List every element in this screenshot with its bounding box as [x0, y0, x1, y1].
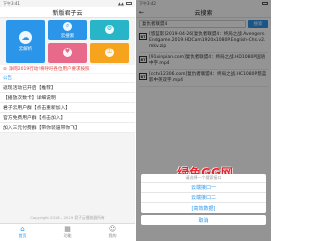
list-item[interactable]: 君子云用户群【点击重新加入】 — [0, 103, 135, 113]
action-sheet-header: 请选择一个搜索接口 — [141, 174, 266, 183]
tab-label: 我的 — [108, 233, 117, 238]
cloud-upload-icon: ☁ — [19, 31, 32, 44]
feature-grid: ☁ 云解析 ⌕ 云搜索 ⚙ ♥ ⚿ — [6, 20, 129, 63]
settings-tile[interactable]: ⚙ — [90, 20, 129, 40]
key-tile[interactable]: ⚿ — [90, 43, 129, 63]
key-icon: ⚿ — [105, 47, 114, 57]
status-bar: 下午3:41 ▲▲ — [0, 0, 135, 7]
grid-icon: ▦ — [64, 225, 71, 233]
option-cloud-api-2[interactable]: 云端接口二 — [141, 193, 266, 203]
signal-icon: ▲▲ — [117, 1, 124, 6]
cancel-button[interactable]: 取消 — [141, 215, 266, 225]
search-icon: ⌕ — [63, 21, 72, 31]
option-cloud-api-1[interactable]: 云端接口一 — [141, 183, 266, 193]
action-sheet: 请选择一个搜索接口 云端接口一 云端接口二 [高效数据] 取消 — [141, 174, 266, 225]
cloud-search-tile[interactable]: ⌕ 云搜索 — [48, 20, 87, 40]
tab-home[interactable]: ⌂ 首页 — [19, 226, 27, 239]
tab-profile[interactable]: ☺ 我的 — [109, 226, 117, 239]
app-title: 新版君子云 — [0, 7, 135, 18]
favorites-tile[interactable]: ♥ — [48, 43, 87, 63]
tab-features[interactable]: ▦ 功能 — [64, 226, 72, 239]
option-efficient-data[interactable]: [高效数据] — [141, 203, 266, 213]
right-screen: 下午3:42 ← 云搜索 搜索 BT [悠蓝影]2019-04-26[复仇者联盟… — [136, 0, 271, 241]
warning-icon: ⊘ — [3, 66, 7, 72]
cloud-parse-tile[interactable]: ☁ 云解析 — [6, 20, 45, 63]
battery-icon — [126, 2, 132, 5]
user-icon: ☺ — [108, 225, 117, 233]
tile-label: 云解析 — [18, 47, 33, 52]
list-item[interactable]: 返现活动已开启【推荐】 — [0, 83, 135, 93]
notice-banner[interactable]: ⊘ 净网2019行动!将呼吁各位用户要求按照 — [0, 65, 135, 73]
copyright-footer: Copyright 2018 - 2019 君子云播放器所有 — [30, 215, 105, 220]
tile-label: 云搜索 — [60, 33, 75, 39]
announcement-header: 公告 — [0, 74, 135, 83]
bottom-tab-bar: ⌂ 首页 ▦ 功能 ☺ 我的 — [0, 223, 135, 241]
tab-label: 首页 — [18, 233, 27, 238]
list-item[interactable]: 官方免费用户群【点击加入】 — [0, 113, 135, 123]
heart-icon: ♥ — [63, 47, 72, 57]
gear-icon: ⚙ — [105, 24, 114, 34]
tab-label: 功能 — [63, 233, 72, 238]
list-item[interactable]: 加入三元付费群【带你装逼带你飞】 — [0, 123, 135, 133]
status-time: 下午3:41 — [3, 0, 20, 6]
home-icon: ⌂ — [20, 225, 25, 233]
announcement-list: 返现活动已开启【推荐】 【播放次数卡】详细说明 君子云用户群【点击重新加入】 官… — [0, 83, 135, 133]
left-screen: 下午3:41 ▲▲ 新版君子云 ☁ 云解析 ⌕ 云搜索 ⚙ ♥ ⚿ ⊘ 净网20… — [0, 0, 135, 241]
notice-text: 净网2019行动!将呼吁各位用户要求按照 — [8, 67, 90, 72]
list-item[interactable]: 【播放次数卡】详细说明 — [0, 93, 135, 103]
